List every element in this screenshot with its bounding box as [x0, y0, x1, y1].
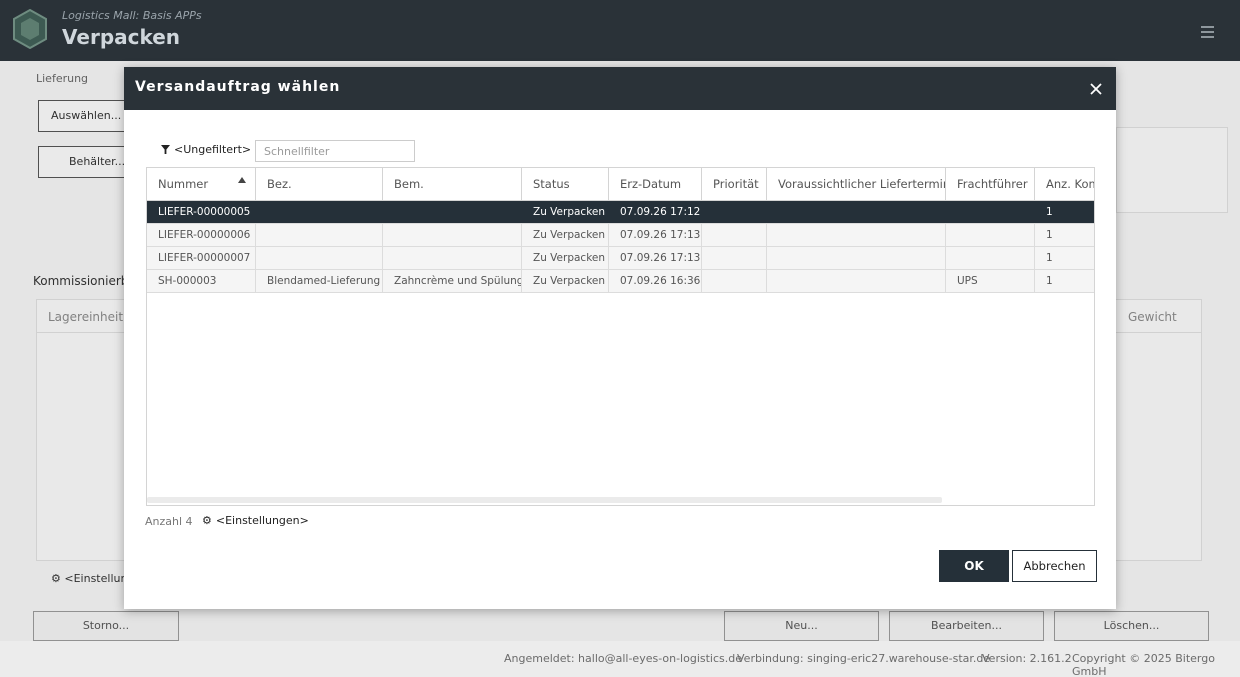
column-header-bez[interactable]: Bez.	[256, 168, 383, 201]
cell-bem	[383, 201, 522, 223]
cell-nummer: LIEFER-00000006	[147, 224, 256, 246]
cell-prioritaet	[702, 270, 767, 292]
app-title: Verpacken	[62, 25, 181, 49]
quickfilter-input[interactable]	[255, 140, 415, 162]
copyright-status: Copyright © 2025 Bitergo GmbH	[1072, 652, 1215, 677]
cell-anz-kom: 1	[1046, 252, 1053, 264]
cell-bem	[383, 224, 522, 246]
cell-frachtfuehrer	[946, 247, 1035, 269]
cell-status: Zu Verpacken	[522, 270, 609, 292]
column-header-prioritaet[interactable]: Priorität	[702, 168, 767, 201]
cell-frachtfuehrer	[946, 201, 1035, 223]
cell-frachtfuehrer	[946, 224, 1035, 246]
sort-ascending-icon	[238, 177, 246, 183]
cell-nummer: LIEFER-00000005	[147, 201, 256, 223]
horizontal-scrollbar[interactable]	[147, 497, 942, 503]
settings-label: <Einstellungen>	[215, 514, 309, 527]
cell-anz-kom: 1	[1046, 229, 1053, 241]
cell-nummer: LIEFER-00000007	[147, 247, 256, 269]
cell-frachtfuehrer: UPS	[946, 270, 1035, 292]
table-row[interactable]: SH-000003 Blendamed-Lieferung Zahncrème …	[147, 270, 1094, 293]
close-icon[interactable]	[1090, 83, 1102, 95]
table-row[interactable]: LIEFER-00000006 Zu Verpacken 07.09.26 17…	[147, 224, 1094, 247]
column-header-liefertermin[interactable]: Voraussichtlicher Liefertermin	[767, 168, 946, 201]
cell-bez	[256, 201, 383, 223]
cell-status: Zu Verpacken	[522, 247, 609, 269]
settings-link[interactable]: ⚙ <Einstellungen>	[202, 514, 309, 527]
cell-erz-datum: 07.09.26 17:12	[609, 201, 702, 223]
cell-prioritaet	[702, 201, 767, 223]
cell-status: Zu Verpacken	[522, 224, 609, 246]
column-header-erz-datum[interactable]: Erz-Datum	[609, 168, 702, 201]
cell-nummer: SH-000003	[147, 270, 256, 292]
dialog-header: Versandauftrag wählen	[124, 67, 1116, 110]
table-row[interactable]: LIEFER-00000005 Zu Verpacken 07.09.26 17…	[147, 201, 1094, 224]
app-subtitle: Logistics Mall: Basis APPs	[62, 9, 202, 22]
cell-erz-datum: 07.09.26 17:13	[609, 247, 702, 269]
cell-liefertermin	[767, 270, 946, 292]
column-header-bem[interactable]: Bem.	[383, 168, 522, 201]
filter-icon	[161, 145, 170, 154]
column-header-status[interactable]: Status	[522, 168, 609, 201]
cell-status: Zu Verpacken	[522, 201, 609, 223]
cell-bez: Blendamed-Lieferung	[256, 270, 383, 292]
status-bar: Angemeldet: hallo@all-eyes-on-logistics.…	[0, 641, 1240, 677]
cell-erz-datum: 07.09.26 17:13	[609, 224, 702, 246]
app-header: Logistics Mall: Basis APPs Verpacken	[0, 0, 1240, 61]
connection-status: Verbindung: singing-eric27.warehouse-sta…	[737, 652, 991, 665]
select-shipping-order-dialog: Versandauftrag wählen <Ungefiltert> Numm…	[124, 67, 1116, 609]
cell-prioritaet	[702, 247, 767, 269]
cell-bem	[383, 247, 522, 269]
cell-bez	[256, 247, 383, 269]
table-header: Nummer Bez. Bem. Status Erz-Datum Priori…	[147, 168, 1094, 201]
logged-in-status: Angemeldet: hallo@all-eyes-on-logistics.…	[504, 652, 742, 665]
cancel-button[interactable]: Abbrechen	[1012, 550, 1097, 582]
filter-label: <Ungefiltert>	[174, 143, 252, 156]
row-count: Anzahl 4	[145, 515, 193, 528]
dialog-title: Versandauftrag wählen	[135, 79, 341, 95]
hamburger-menu-icon[interactable]	[1201, 26, 1214, 38]
cell-liefertermin	[767, 247, 946, 269]
cell-anz-kom: 1	[1046, 275, 1053, 287]
filter-button[interactable]: <Ungefiltert>	[161, 143, 251, 156]
column-header-nummer[interactable]: Nummer	[147, 168, 256, 201]
shipping-order-table: Nummer Bez. Bem. Status Erz-Datum Priori…	[146, 167, 1095, 506]
gear-icon: ⚙	[202, 514, 212, 527]
column-header-anz-kom[interactable]: Anz. Kom	[1035, 168, 1094, 201]
column-header-frachtfuehrer[interactable]: Frachtführer	[946, 168, 1035, 201]
table-row[interactable]: LIEFER-00000007 Zu Verpacken 07.09.26 17…	[147, 247, 1094, 270]
cell-liefertermin	[767, 224, 946, 246]
cell-bem: Zahncrème und Spülung	[383, 270, 522, 292]
version-status: Version: 2.161.2	[982, 652, 1072, 665]
cell-liefertermin	[767, 201, 946, 223]
app-logo-icon	[13, 9, 47, 49]
cell-anz-kom: 1	[1046, 206, 1053, 218]
cell-erz-datum: 07.09.26 16:36	[609, 270, 702, 292]
cell-bez	[256, 224, 383, 246]
ok-button[interactable]: OK	[939, 550, 1009, 582]
cell-prioritaet	[702, 224, 767, 246]
